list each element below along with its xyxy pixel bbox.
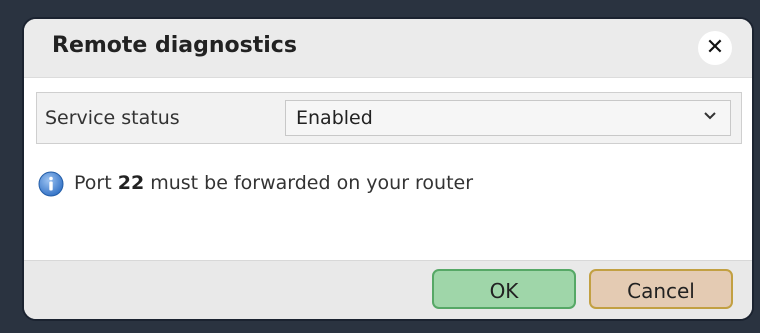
dialog-footer: OK Cancel [24,260,752,319]
service-status-row: Service status Enabled [36,92,742,144]
info-icon [38,171,64,197]
service-status-value: Enabled [296,107,373,129]
info-text: Port 22 must be forwarded on your router [74,172,473,194]
remote-diagnostics-dialog: Remote diagnostics ✕ Service status Enab… [22,17,754,321]
cancel-button[interactable]: Cancel [589,269,733,309]
chevron-down-icon [704,112,716,120]
close-button[interactable]: ✕ [698,31,732,65]
info-text-before: Port [74,172,118,194]
info-text-after: must be forwarded on your router [144,172,474,194]
service-status-label: Service status [45,107,180,129]
dialog-title: Remote diagnostics [52,33,297,58]
ok-button[interactable]: OK [432,269,576,309]
service-status-select[interactable]: Enabled [285,100,731,136]
dialog-titlebar: Remote diagnostics ✕ [24,19,752,78]
close-icon: ✕ [705,35,725,60]
port-number: 22 [117,172,145,194]
